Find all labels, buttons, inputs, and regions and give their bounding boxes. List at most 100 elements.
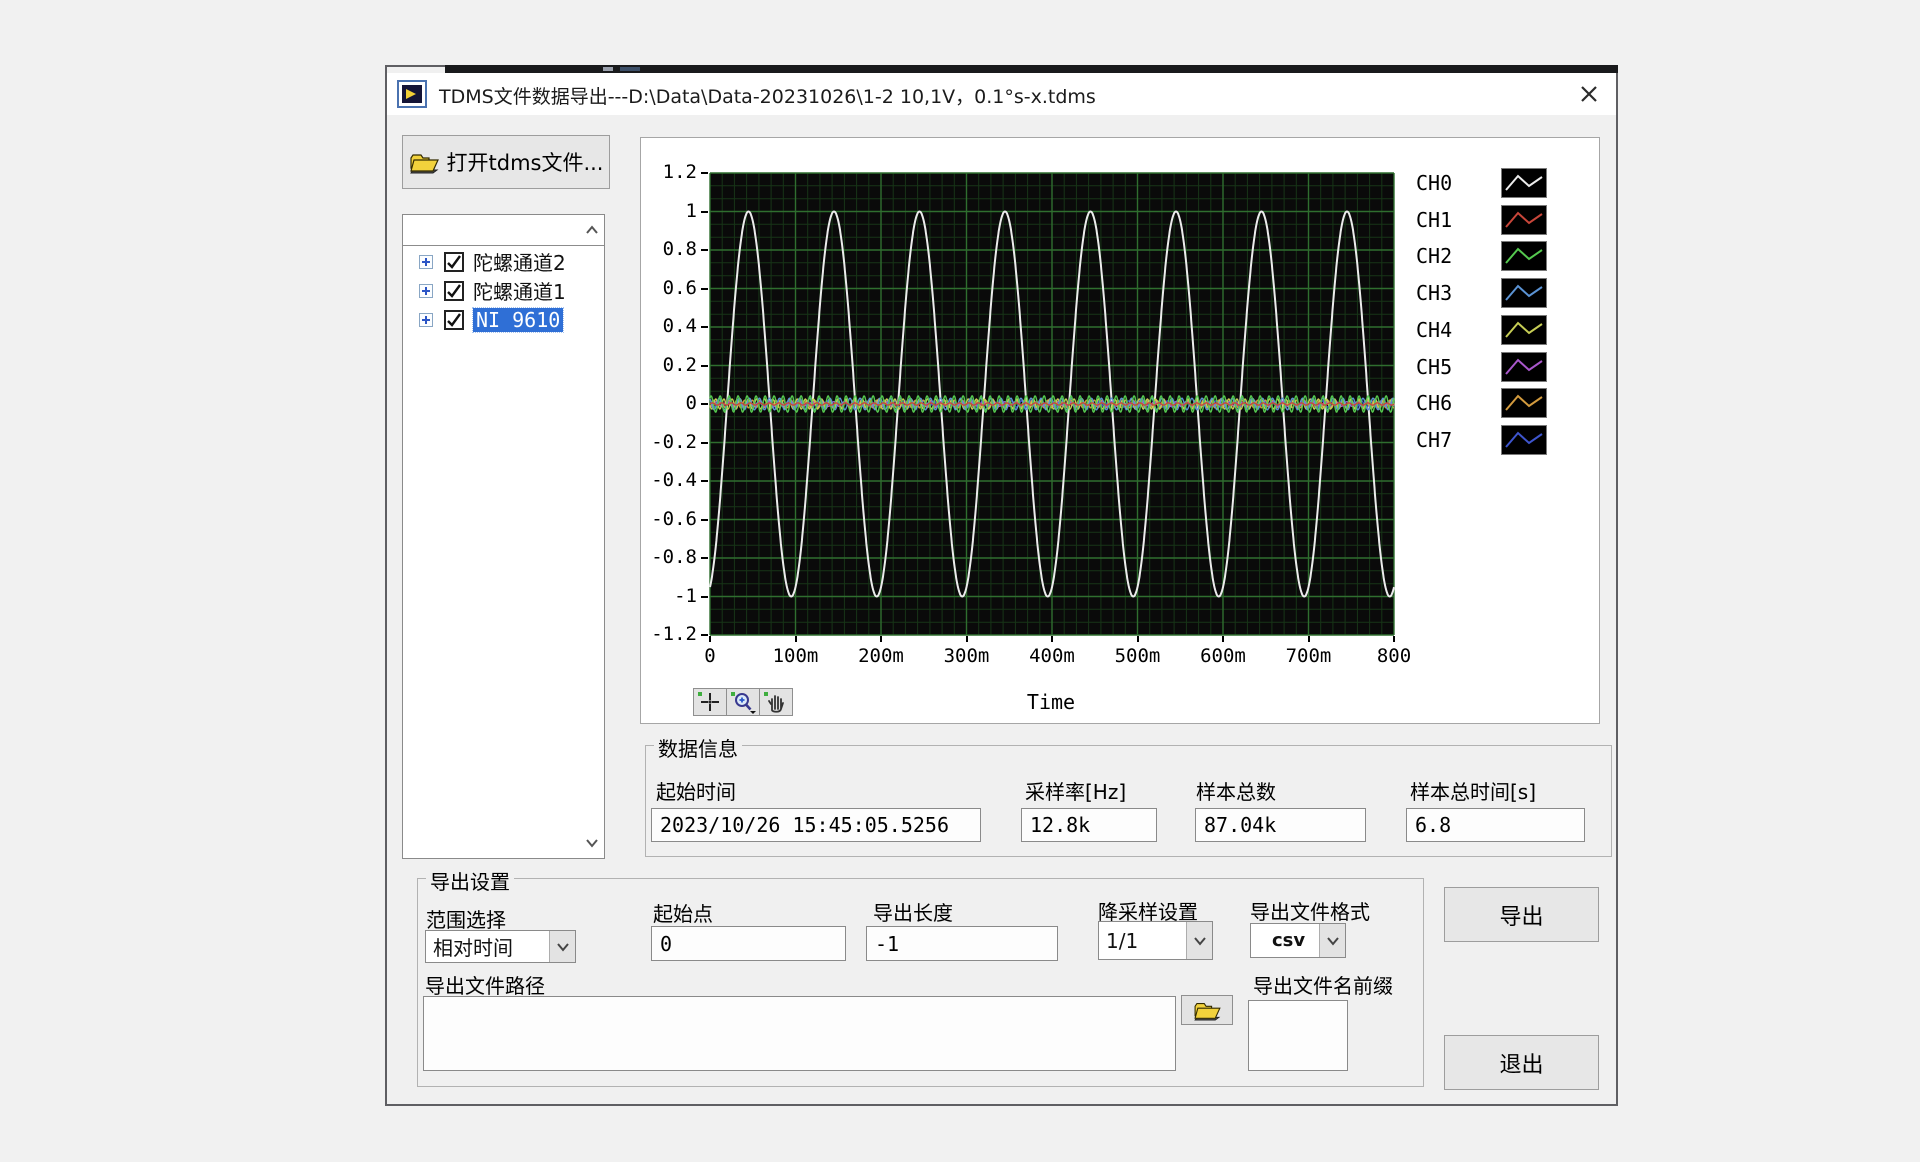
tree-item-label[interactable]: 陀螺通道2 <box>473 247 566 276</box>
sample-rate-value[interactable]: 12.8k <box>1021 808 1157 842</box>
x-tick-label: 800 <box>1354 645 1434 667</box>
legend-channel-label: CH2 <box>1416 244 1452 268</box>
legend-channel-label: CH0 <box>1416 171 1452 195</box>
y-tick-mark <box>701 211 708 213</box>
start-time-value[interactable]: 2023/10/26 15:45:05.5256 <box>651 808 981 842</box>
tree-item[interactable]: 陀螺通道1 <box>403 276 604 305</box>
legend-swatch[interactable] <box>1501 388 1547 418</box>
x-tick-label: 200m <box>841 645 921 667</box>
file-prefix-label: 导出文件名前缀 <box>1253 970 1393 999</box>
total-samples-label: 样本总数 <box>1196 776 1276 805</box>
tree-item[interactable]: NI 9610 <box>403 305 604 334</box>
legend-swatch[interactable] <box>1501 425 1547 455</box>
y-tick-mark <box>701 249 708 251</box>
legend-swatch[interactable] <box>1501 315 1547 345</box>
legend-swatch[interactable] <box>1501 352 1547 382</box>
y-tick-mark <box>701 365 708 367</box>
cursor-tool-button[interactable] <box>693 688 727 716</box>
waveform-plot[interactable] <box>710 173 1394 635</box>
export-length-label: 导出长度 <box>873 897 953 926</box>
x-tick-label: 600m <box>1183 645 1263 667</box>
legend-swatch[interactable] <box>1501 241 1547 271</box>
y-tick-mark <box>701 288 708 290</box>
open-tdms-file-label: 打开tdms文件... <box>447 147 604 177</box>
y-tick-label: 0.6 <box>641 277 697 299</box>
browse-folder-button[interactable] <box>1181 995 1233 1025</box>
downsample-dropdown[interactable]: 1/1 <box>1098 921 1213 960</box>
scroll-down-icon[interactable] <box>584 834 600 850</box>
close-icon[interactable] <box>1579 84 1599 104</box>
y-tick-label: -1 <box>641 585 697 607</box>
x-tick-mark <box>1222 636 1224 642</box>
app-icon <box>397 80 427 108</box>
x-tick-label: 500m <box>1098 645 1178 667</box>
x-tick-label: 0 <box>670 645 750 667</box>
total-samples-value[interactable]: 87.04k <box>1195 808 1366 842</box>
exit-button[interactable]: 退出 <box>1444 1035 1599 1090</box>
legend-channel-label: CH1 <box>1416 208 1452 232</box>
export-button[interactable]: 导出 <box>1444 887 1599 942</box>
export-length-input[interactable]: -1 <box>866 926 1058 961</box>
channel-checkbox[interactable] <box>444 310 464 330</box>
waveform-graph-panel: 1.210.80.60.40.20-0.2-0.4-0.6-0.8-1-1.2 … <box>640 137 1600 724</box>
y-tick-mark <box>701 326 708 328</box>
chevron-down-icon[interactable] <box>1319 924 1345 957</box>
downsample-value: 1/1 <box>1099 922 1186 959</box>
start-point-input[interactable]: 0 <box>651 926 846 961</box>
tree-item[interactable]: 陀螺通道2 <box>403 247 604 276</box>
file-format-dropdown[interactable]: csv <box>1250 923 1346 958</box>
channel-tree: 陀螺通道2陀螺通道1 NI 9610 <box>402 214 605 859</box>
top-strip-mark <box>603 67 613 71</box>
window-top-edge <box>445 65 1618 73</box>
y-tick-label: -0.6 <box>641 508 697 530</box>
chevron-down-icon[interactable] <box>549 931 575 962</box>
x-tick-mark <box>966 636 968 642</box>
tree-item-label[interactable]: NI 9610 <box>473 308 563 332</box>
legend-swatch[interactable] <box>1501 168 1547 198</box>
folder-icon <box>1193 999 1221 1021</box>
y-tick-mark <box>701 172 708 174</box>
tree-item-label[interactable]: 陀螺通道1 <box>473 276 566 305</box>
legend-swatch[interactable] <box>1501 278 1547 308</box>
open-tdms-file-button[interactable]: 打开tdms文件... <box>402 135 610 189</box>
chevron-down-icon[interactable] <box>1186 922 1212 959</box>
range-select-dropdown[interactable]: 相对时间 <box>425 930 576 963</box>
expand-plus-icon[interactable] <box>419 284 433 298</box>
y-tick-label: 0.2 <box>641 354 697 376</box>
file-path-input[interactable] <box>423 996 1176 1071</box>
zoom-tool-button[interactable] <box>726 688 760 716</box>
legend-channel-label: CH7 <box>1416 428 1452 452</box>
y-tick-mark <box>701 442 708 444</box>
legend-channel-label: CH5 <box>1416 355 1452 379</box>
total-time-label: 样本总时间[s] <box>1410 776 1536 805</box>
tdms-export-dialog: TDMS文件数据导出---D:\Data\Data-20231026\1-2 1… <box>385 65 1618 1106</box>
x-axis-title: Time <box>971 690 1131 714</box>
channel-checkbox[interactable] <box>444 281 464 301</box>
sample-rate-label: 采样率[Hz] <box>1025 776 1126 805</box>
pan-tool-button[interactable] <box>759 688 793 716</box>
top-strip-mark <box>620 67 640 71</box>
channel-checkbox[interactable] <box>444 252 464 272</box>
y-tick-label: 1 <box>641 200 697 222</box>
x-tick-mark <box>795 636 797 642</box>
expand-plus-icon[interactable] <box>419 313 433 327</box>
scroll-up-icon[interactable] <box>584 223 600 239</box>
y-tick-label: -0.8 <box>641 546 697 568</box>
legend-channel-label: CH6 <box>1416 391 1452 415</box>
x-tick-label: 100m <box>756 645 836 667</box>
y-tick-label: -1.2 <box>641 623 697 645</box>
y-tick-mark <box>701 480 708 482</box>
graph-tool-palette <box>693 688 792 716</box>
legend-channel-label: CH4 <box>1416 318 1452 342</box>
x-tick-label: 300m <box>927 645 1007 667</box>
y-tick-label: 0.8 <box>641 238 697 260</box>
expand-plus-icon[interactable] <box>419 255 433 269</box>
x-tick-mark <box>880 636 882 642</box>
legend-swatch[interactable] <box>1501 205 1547 235</box>
file-prefix-input[interactable] <box>1248 1000 1348 1071</box>
start-point-label: 起始点 <box>653 898 713 927</box>
y-tick-label: -0.4 <box>641 469 697 491</box>
total-time-value[interactable]: 6.8 <box>1406 808 1585 842</box>
title-bar: TDMS文件数据导出---D:\Data\Data-20231026\1-2 1… <box>387 73 1616 115</box>
x-tick-label: 400m <box>1012 645 1092 667</box>
